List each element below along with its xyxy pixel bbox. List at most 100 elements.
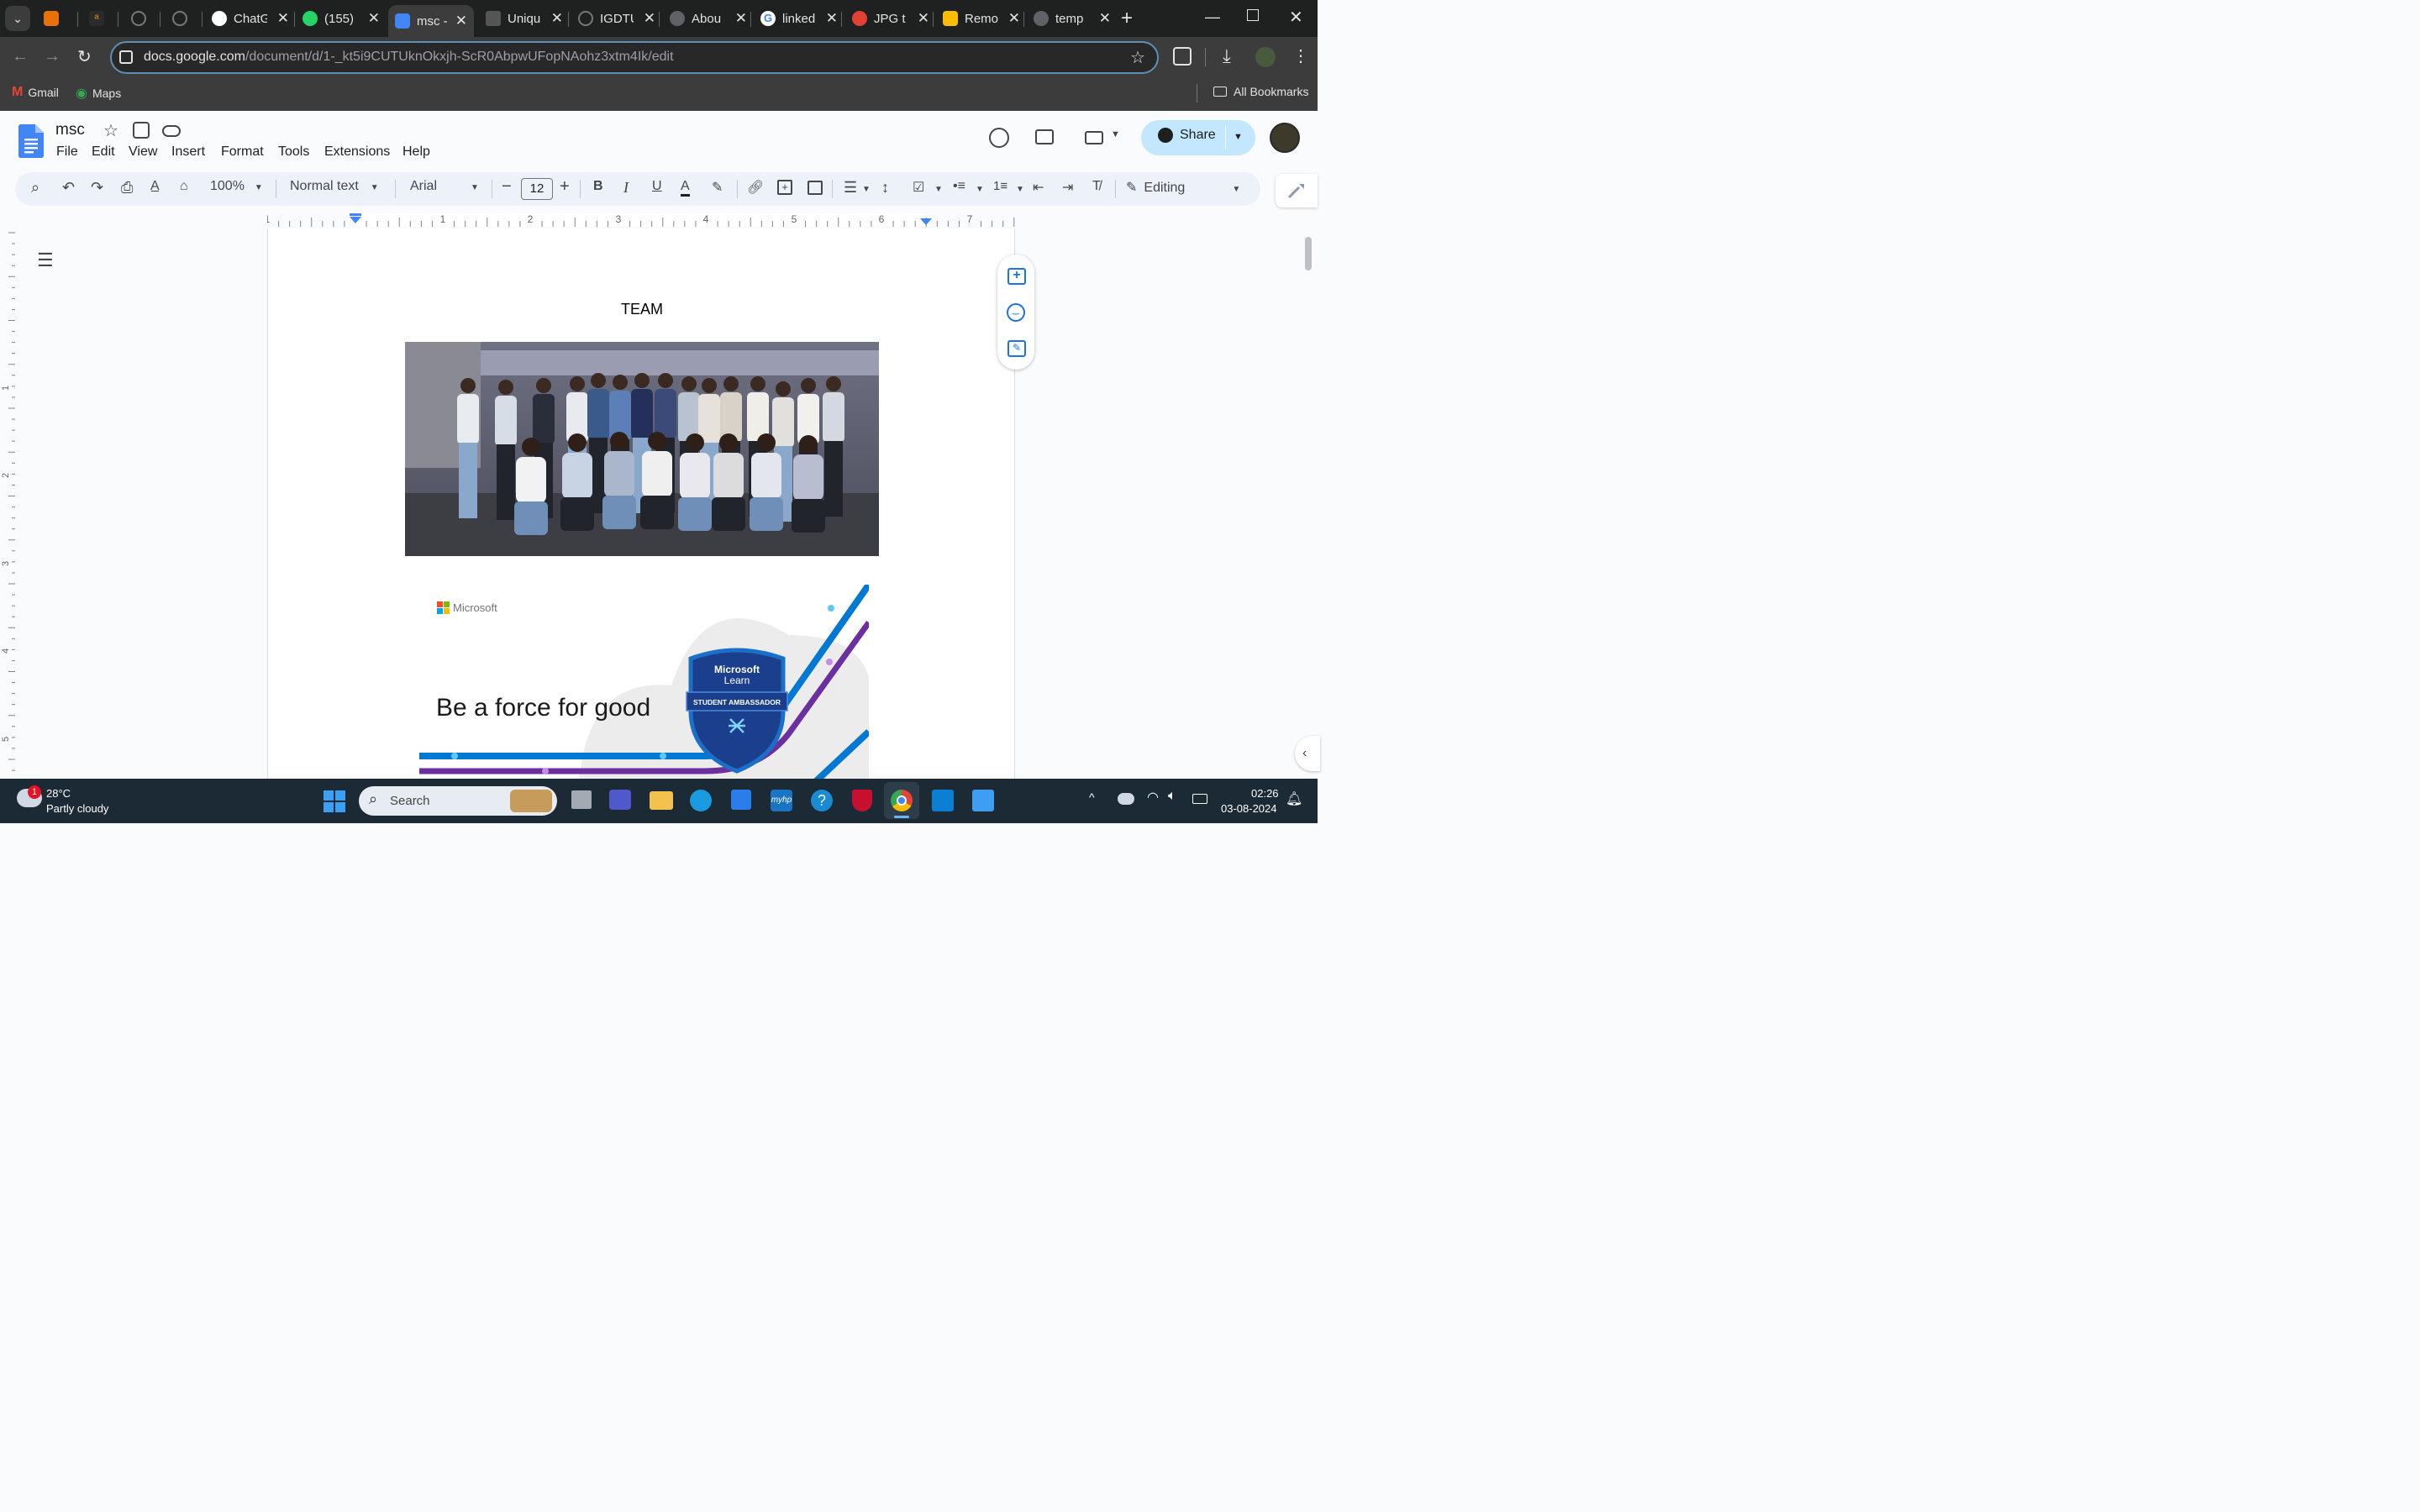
link-icon[interactable]: 🔗︎: [747, 179, 764, 196]
file-explorer-icon[interactable]: [650, 791, 673, 810]
profile-avatar[interactable]: [1255, 47, 1276, 67]
decrease-indent-icon[interactable]: ⇤: [1033, 179, 1044, 196]
insert-image-icon[interactable]: [808, 181, 823, 195]
horizontal-ruler[interactable]: 1 1 2 3 4 5 6 7: [267, 212, 1015, 227]
menu-help[interactable]: Help: [402, 144, 430, 160]
team-photo[interactable]: [405, 342, 879, 556]
share-dropdown-icon[interactable]: ▼: [1234, 132, 1243, 142]
text-color-icon[interactable]: A: [681, 179, 690, 197]
vscode-icon[interactable]: [932, 790, 954, 811]
weather-desc[interactable]: Partly cloudy: [46, 802, 108, 815]
emoji-reaction-icon[interactable]: ‿: [1007, 303, 1025, 322]
tab-remove[interactable]: Remo ✕: [943, 5, 1027, 32]
teams-icon[interactable]: [609, 790, 631, 810]
spellcheck-icon[interactable]: A̲: [150, 179, 160, 194]
decrease-font-size-button[interactable]: −: [502, 177, 512, 197]
chevron-down-icon[interactable]: ▼: [934, 185, 943, 194]
tab-jpg[interactable]: JPG t ✕: [852, 5, 936, 32]
bulleted-list-icon[interactable]: •≡: [953, 179, 965, 194]
star-icon[interactable]: ☆: [103, 120, 118, 141]
search-icon[interactable]: ⌕: [31, 179, 39, 197]
comments-icon[interactable]: [1035, 129, 1054, 144]
bold-icon[interactable]: B: [593, 179, 603, 194]
windows-start-icon[interactable]: [324, 790, 345, 812]
minimize-button[interactable]: —: [1205, 8, 1220, 26]
font-size-input[interactable]: 12: [521, 178, 553, 200]
tray-overflow-icon[interactable]: ^: [1089, 790, 1095, 804]
tab-about[interactable]: Abou ✕: [670, 5, 754, 32]
volume-icon[interactable]: 🔈︎: [1168, 789, 1176, 804]
close-icon[interactable]: ✕: [735, 10, 747, 27]
menu-extensions[interactable]: Extensions: [324, 144, 390, 160]
site-info-icon[interactable]: [119, 50, 133, 64]
zoom-select[interactable]: 100% ▼: [210, 179, 263, 194]
close-icon[interactable]: ✕: [918, 10, 929, 27]
style-select[interactable]: Normal text ▼: [290, 179, 379, 194]
redo-icon[interactable]: ↷: [91, 179, 103, 197]
restore-button[interactable]: [1247, 9, 1259, 21]
new-tab-button[interactable]: +: [1121, 7, 1133, 30]
photos-icon[interactable]: [972, 790, 994, 811]
checklist-icon[interactable]: ☑: [913, 179, 924, 196]
gemini-side-button[interactable]: [1276, 174, 1318, 207]
close-icon[interactable]: ✕: [277, 10, 289, 27]
tab-whatsapp[interactable]: (155) ✕: [302, 5, 387, 32]
team-heading[interactable]: TEAM: [268, 301, 1016, 318]
close-icon[interactable]: ✕: [368, 10, 380, 27]
tab-igdtu[interactable]: IGDTU ✕: [578, 5, 662, 32]
suggest-edits-icon[interactable]: ✎: [1007, 340, 1026, 357]
menu-edit[interactable]: Edit: [92, 144, 115, 160]
account-avatar[interactable]: [1270, 123, 1300, 153]
tab-unique[interactable]: Uniqu ✕: [486, 5, 570, 32]
edge-icon[interactable]: [690, 790, 712, 811]
editing-mode-select[interactable]: ✎ Editing ▼: [1126, 179, 1240, 196]
task-view-icon[interactable]: [571, 790, 592, 809]
reload-button[interactable]: ↻: [77, 46, 92, 67]
weather-temp[interactable]: 28°C: [46, 787, 71, 800]
chevron-down-icon[interactable]: ▼: [976, 185, 984, 194]
chevron-down-icon[interactable]: ▼: [1016, 185, 1024, 194]
italic-icon[interactable]: I: [623, 179, 629, 197]
add-comment-icon[interactable]: +: [777, 180, 792, 195]
doc-title[interactable]: msc: [55, 121, 85, 139]
close-icon[interactable]: ✕: [826, 10, 838, 27]
all-bookmarks[interactable]: All Bookmarks: [1213, 85, 1308, 98]
share-button[interactable]: Share: [1158, 128, 1216, 143]
numbered-list-icon[interactable]: 1≡: [993, 179, 1007, 193]
bookmark-maps[interactable]: ◉ Maps: [76, 85, 121, 102]
increase-indent-icon[interactable]: ⇥: [1062, 179, 1073, 196]
clock-date[interactable]: 03-08-2024: [1221, 802, 1277, 815]
font-select[interactable]: Arial ▼: [410, 179, 479, 194]
align-icon[interactable]: ☰: [844, 179, 857, 197]
menu-tools[interactable]: Tools: [278, 144, 309, 160]
battery-icon[interactable]: [1192, 794, 1207, 804]
vertical-ruler[interactable]: 1 2 3 4 5: [0, 228, 15, 779]
line-spacing-icon[interactable]: ↕: [881, 179, 889, 197]
bookmark-star-icon[interactable]: ☆: [1130, 47, 1145, 68]
tab-temp[interactable]: temp ✕: [1034, 5, 1118, 32]
tab-chatgpt[interactable]: ChatG ✕: [212, 5, 296, 32]
close-icon[interactable]: ✕: [1099, 10, 1111, 27]
wifi-icon[interactable]: ◠: [1147, 789, 1159, 806]
close-icon[interactable]: ✕: [455, 13, 467, 29]
move-icon[interactable]: [133, 122, 150, 139]
help-icon[interactable]: ?: [811, 790, 833, 811]
mcafee-icon[interactable]: [852, 790, 872, 811]
side-panel-toggle[interactable]: ‹: [1295, 736, 1320, 771]
docs-logo-icon[interactable]: [18, 124, 44, 158]
increase-font-size-button[interactable]: +: [560, 177, 570, 197]
onedrive-icon[interactable]: [1118, 793, 1134, 805]
close-icon[interactable]: ✕: [644, 10, 655, 27]
meet-icon[interactable]: [1085, 131, 1103, 144]
scrollbar-thumb[interactable]: [1305, 237, 1312, 270]
notification-bell-icon[interactable]: 🔔︎: [1286, 790, 1302, 807]
undo-icon[interactable]: ↶: [62, 179, 75, 197]
tab-github-2[interactable]: [172, 5, 206, 32]
chrome-menu-icon[interactable]: ⋮: [1292, 45, 1309, 66]
back-button[interactable]: ←: [12, 47, 29, 66]
clear-formatting-icon[interactable]: T̸: [1092, 179, 1101, 194]
tab-pinned-1[interactable]: [44, 5, 81, 32]
tab-pinned-2[interactable]: ᵃ: [89, 5, 126, 32]
window-close-button[interactable]: ✕: [1289, 7, 1303, 28]
menu-file[interactable]: File: [56, 144, 78, 160]
